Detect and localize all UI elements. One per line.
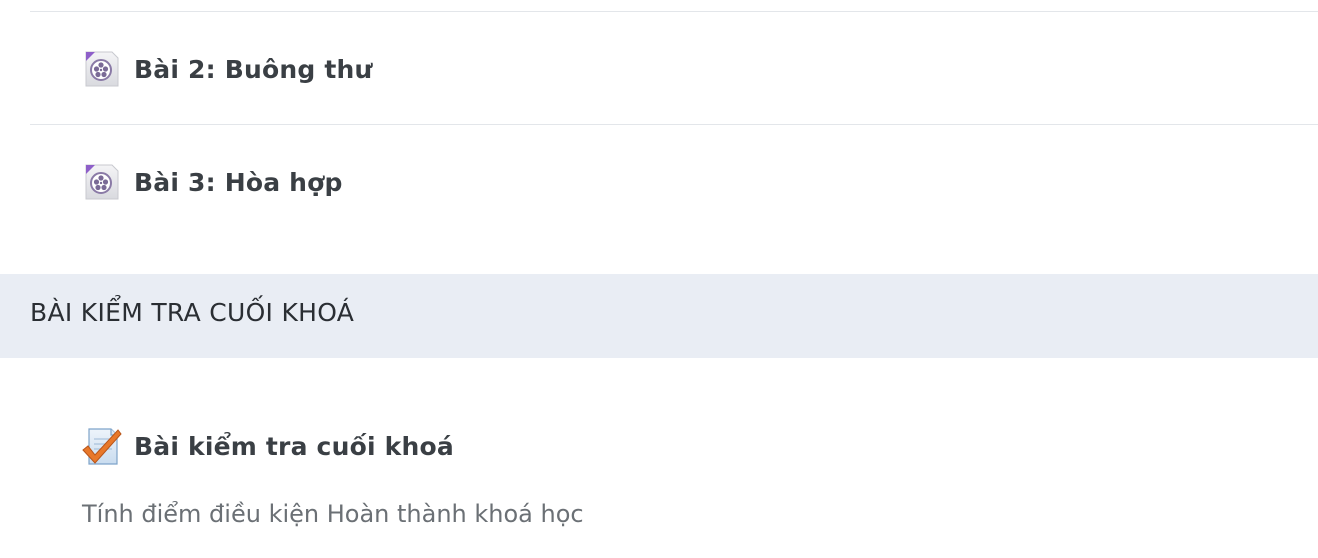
divider — [30, 11, 1318, 12]
video-file-icon — [85, 164, 119, 200]
divider — [30, 124, 1318, 125]
lesson-item-2[interactable]: Bài 2: Buông thư — [82, 49, 372, 89]
quiz-title[interactable]: Bài kiểm tra cuối khoá — [134, 432, 454, 461]
course-content: Bài 2: Buông thư Bài 3: Hòa hợp BÀI KIỂM — [0, 0, 1318, 558]
section-title: BÀI KIỂM TRA CUỐI KHOÁ — [30, 298, 355, 327]
section-header: BÀI KIỂM TRA CUỐI KHOÁ — [0, 274, 1318, 358]
video-file-icon — [85, 51, 119, 87]
quiz-check-icon — [82, 428, 122, 465]
lesson-item-3[interactable]: Bài 3: Hòa hợp — [82, 162, 343, 202]
lesson-title[interactable]: Bài 2: Buông thư — [134, 55, 372, 84]
quiz-description: Tính điểm điều kiện Hoàn thành khoá học — [82, 500, 584, 528]
quiz-item[interactable]: Bài kiểm tra cuối khoá — [82, 426, 454, 466]
lesson-title[interactable]: Bài 3: Hòa hợp — [134, 168, 343, 197]
